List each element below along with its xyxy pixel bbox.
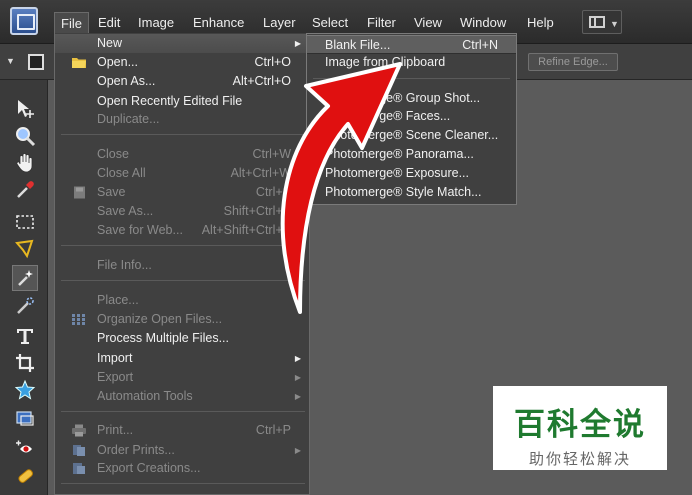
- chevron-down-icon: ▼: [610, 19, 619, 29]
- file-menu-organize-open-files[interactable]: Organize Open Files...: [55, 310, 309, 329]
- rectangular-marquee-tool-icon[interactable]: [12, 209, 38, 235]
- hand-tool-icon[interactable]: [12, 150, 38, 176]
- menu-image[interactable]: Image: [132, 12, 180, 34]
- new-image-from-clipboard[interactable]: Image from Clipboard: [307, 53, 516, 72]
- folder-icon: [72, 58, 86, 68]
- grid-dots-icon: [72, 314, 85, 325]
- file-menu-close[interactable]: Close Ctrl+W: [55, 145, 309, 164]
- new-blank-file[interactable]: Blank File... Ctrl+N: [307, 35, 516, 54]
- submenu-arrow-icon: ▶: [294, 39, 301, 48]
- new-photomerge-group-shot[interactable]: Photomerge® Group Shot...: [307, 89, 516, 108]
- file-menu-open-as[interactable]: Open As... Alt+Ctrl+O: [55, 72, 309, 91]
- submenu-arrow-icon: ▶: [294, 354, 301, 363]
- new-photomerge-exposure[interactable]: Photomerge® Exposure...: [307, 164, 516, 183]
- magic-wand-tool-icon[interactable]: [12, 265, 38, 291]
- submenu-arrow-icon: ▶: [294, 392, 301, 401]
- new-submenu: Blank File... Ctrl+N Image from Clipboar…: [306, 33, 517, 205]
- new-photomerge-scene-cleaner[interactable]: Photomerge® Scene Cleaner...: [307, 126, 516, 145]
- refine-edge-button[interactable]: Refine Edge...: [528, 53, 618, 71]
- new-photomerge-style-match[interactable]: Photomerge® Style Match...: [307, 183, 516, 202]
- file-menu-save-as[interactable]: Save As... Shift+Ctrl+S: [55, 202, 309, 221]
- file-menu-save[interactable]: Save Ctrl+S: [55, 183, 309, 202]
- red-eye-removal-tool-icon[interactable]: [12, 435, 38, 461]
- chevron-down-icon[interactable]: ▼: [6, 56, 15, 66]
- file-menu-duplicate[interactable]: Duplicate...: [55, 110, 309, 129]
- watermark-logo: 百科全说 助你轻松解决: [493, 386, 667, 470]
- export-creations-icon: [73, 463, 85, 474]
- file-menu-place[interactable]: Place...: [55, 291, 309, 310]
- file-menu-close-all[interactable]: Close All Alt+Ctrl+W: [55, 164, 309, 183]
- workspace-layout-button[interactable]: ▼: [582, 10, 622, 34]
- menu-separator: [61, 411, 305, 412]
- zoom-tool-icon[interactable]: [12, 123, 38, 149]
- menu-help[interactable]: Help: [521, 12, 560, 34]
- menu-separator: [61, 245, 305, 246]
- move-tool-icon[interactable]: [12, 96, 38, 122]
- cookie-cutter-tool-icon[interactable]: [12, 377, 38, 403]
- menu-separator: [61, 280, 305, 281]
- watermark-subtitle: 助你轻松解决: [528, 451, 631, 468]
- file-menu-new[interactable]: New ▶: [55, 34, 309, 53]
- file-menu-process-multiple-files[interactable]: Process Multiple Files...: [55, 329, 309, 348]
- eyedropper-tool-icon[interactable]: [12, 177, 38, 203]
- crop-tool-icon[interactable]: [12, 350, 38, 376]
- file-menu-open-recent[interactable]: Open Recently Edited File: [55, 92, 309, 111]
- watermark-title: 百科全说: [514, 407, 646, 442]
- menu-edit[interactable]: Edit: [92, 12, 126, 34]
- file-menu-dropdown: New ▶ Open... Ctrl+O Open As... Alt+Ctrl…: [54, 33, 310, 495]
- printer-icon: [72, 424, 86, 437]
- type-tool-icon[interactable]: [12, 323, 38, 349]
- submenu-arrow-icon: ▶: [294, 446, 301, 455]
- layout-grid-icon: [589, 16, 605, 28]
- healing-brush-tool-icon[interactable]: [12, 463, 38, 489]
- file-menu-automation-tools[interactable]: Automation Tools ▶: [55, 387, 309, 406]
- file-menu-open[interactable]: Open... Ctrl+O: [55, 53, 309, 72]
- file-menu-order-prints[interactable]: Order Prints... ▶: [55, 441, 309, 460]
- file-menu-export-creations[interactable]: Export Creations...: [55, 459, 309, 478]
- menu-view[interactable]: View: [408, 12, 448, 34]
- menu-layer[interactable]: Layer: [257, 12, 302, 34]
- menu-filter[interactable]: Filter: [361, 12, 402, 34]
- new-photomerge-faces[interactable]: Photomerge® Faces...: [307, 107, 516, 126]
- tools-panel: [0, 80, 48, 495]
- menu-separator: [313, 78, 510, 79]
- menu-separator: [61, 483, 305, 484]
- file-menu-export[interactable]: Export ▶: [55, 368, 309, 387]
- menu-window[interactable]: Window: [454, 12, 512, 34]
- menu-separator: [61, 134, 305, 135]
- selection-mode-icon[interactable]: [28, 54, 44, 70]
- order-prints-icon: [73, 445, 85, 456]
- app-logo-icon: [10, 7, 38, 35]
- file-menu-print[interactable]: Print... Ctrl+P: [55, 421, 309, 440]
- file-menu-import[interactable]: Import ▶: [55, 349, 309, 368]
- file-menu-file-info[interactable]: File Info...: [55, 256, 309, 275]
- selection-brush-tool-icon[interactable]: [12, 293, 38, 319]
- menu-file[interactable]: File: [54, 12, 89, 34]
- floppy-disk-icon: [74, 186, 85, 199]
- lasso-tool-icon[interactable]: [12, 236, 38, 262]
- menu-enhance[interactable]: Enhance: [187, 12, 250, 34]
- submenu-arrow-icon: ▶: [294, 373, 301, 382]
- file-menu-save-for-web[interactable]: Save for Web... Alt+Shift+Ctrl+S: [55, 221, 309, 240]
- new-photomerge-panorama[interactable]: Photomerge® Panorama...: [307, 145, 516, 164]
- menu-select[interactable]: Select: [306, 12, 354, 34]
- straighten-tool-icon[interactable]: [12, 405, 38, 431]
